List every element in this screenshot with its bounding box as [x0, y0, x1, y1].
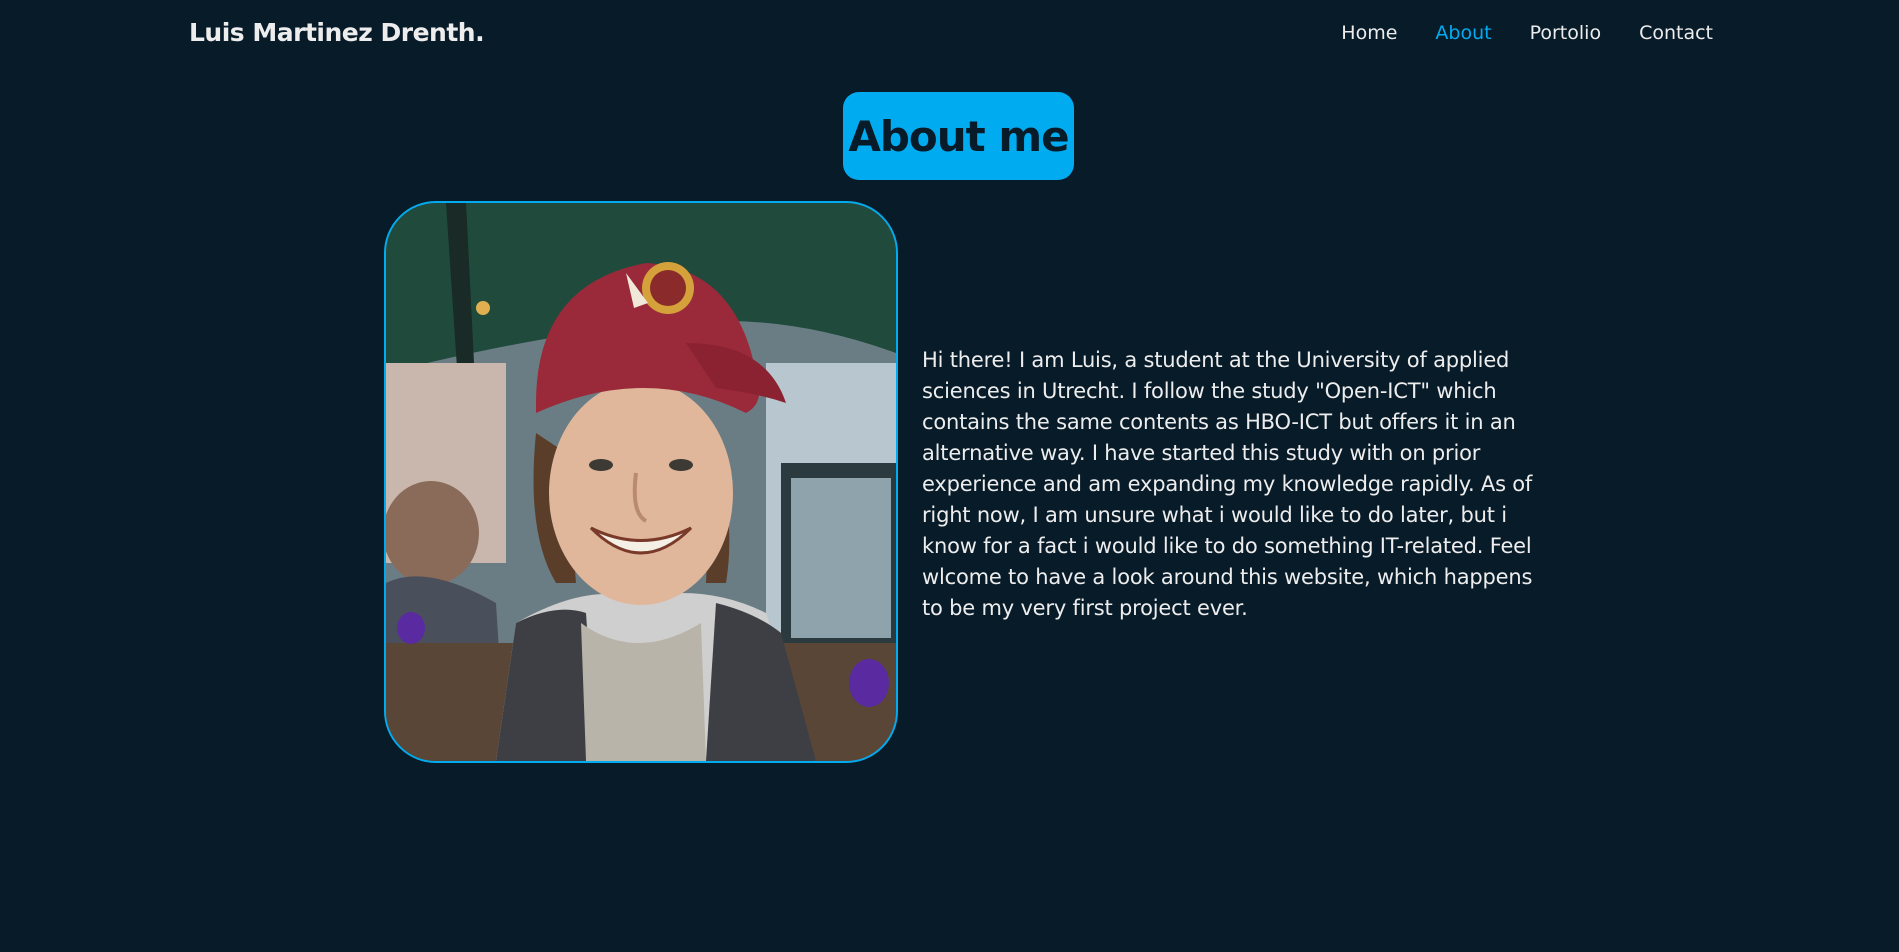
main-nav: Home About Portolio Contact	[1341, 22, 1713, 44]
about-bio: Hi there! I am Luis, a student at the Un…	[922, 348, 1533, 620]
nav-link-portfolio[interactable]: Portolio	[1530, 22, 1601, 44]
nav-link-contact[interactable]: Contact	[1639, 22, 1713, 44]
profile-photo	[384, 201, 898, 763]
site-header: Luis Martinez Drenth. Home About Portoli…	[0, 0, 1899, 70]
about-heading: About me	[843, 92, 1074, 180]
nav-link-about[interactable]: About	[1435, 22, 1491, 44]
nav-link-home[interactable]: Home	[1341, 22, 1397, 44]
site-logo[interactable]: Luis Martinez Drenth.	[189, 18, 485, 47]
